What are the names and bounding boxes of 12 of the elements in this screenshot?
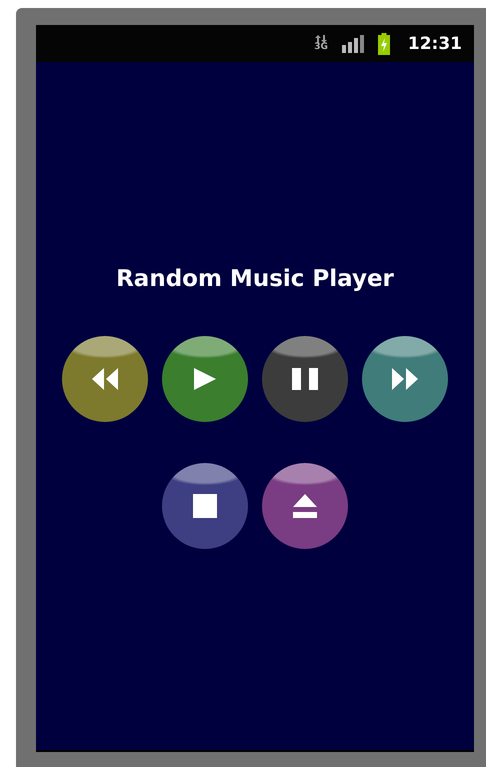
network-type: 3G	[314, 43, 328, 52]
fast-forward-icon	[392, 368, 418, 390]
eject-icon	[293, 494, 317, 518]
clock: 12:31	[408, 34, 462, 54]
app-title: Random Music Player	[116, 265, 394, 294]
signal-icon	[342, 34, 364, 52]
play-icon	[194, 368, 216, 390]
stop-icon	[193, 494, 217, 518]
pause-icon	[292, 368, 318, 390]
data-arrows-icon	[315, 35, 328, 43]
battery-icon	[378, 32, 390, 54]
rewind-icon	[92, 368, 118, 390]
